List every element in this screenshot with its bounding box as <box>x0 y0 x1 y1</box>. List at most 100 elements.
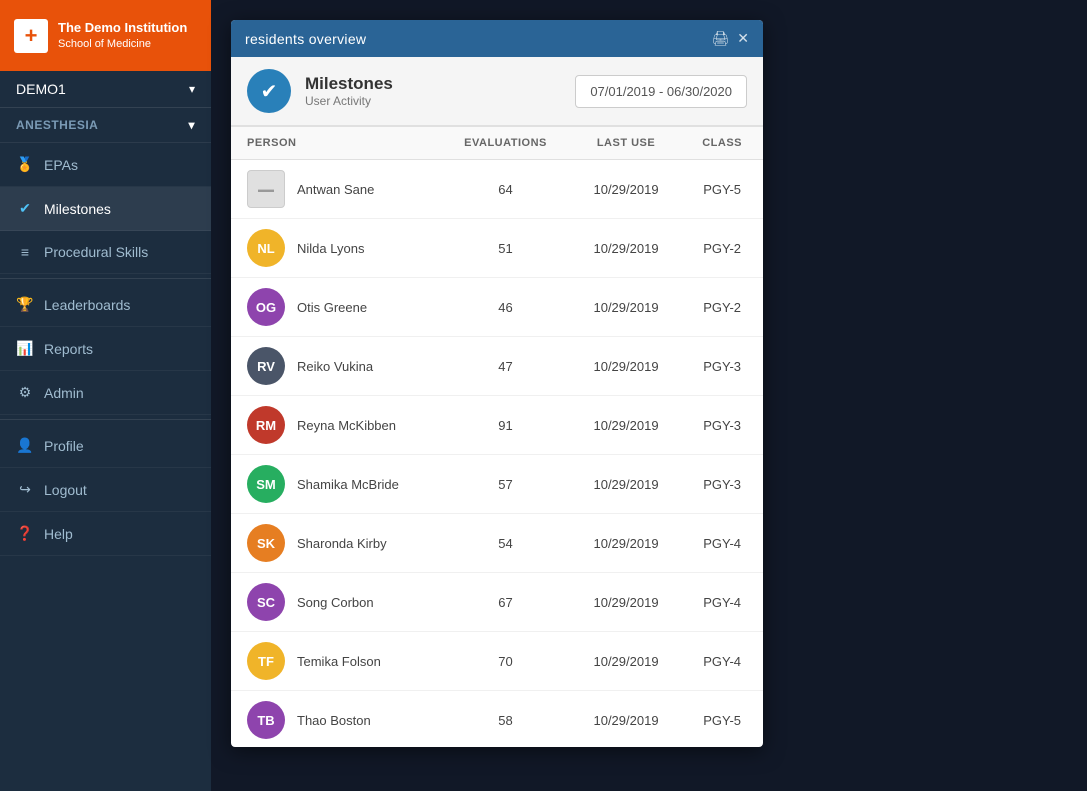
panel-subheader: ✔ Milestones User Activity 07/01/2019 - … <box>231 57 763 127</box>
person-name: Otis Greene <box>297 300 367 315</box>
avatar-image: ▬▬ <box>247 170 285 208</box>
last-use-date: 10/29/2019 <box>571 337 681 396</box>
avatar: TB <box>247 701 285 739</box>
sidebar-header: + The Demo Institution School of Medicin… <box>0 0 211 71</box>
procedural-skills-icon: ≡ <box>16 244 34 260</box>
institution-name: The Demo Institution School of Medicine <box>58 20 187 51</box>
residents-table-container: PERSON EVALUATIONS LAST USE CLASS ▬▬ Antw… <box>231 127 763 747</box>
person-name: Reiko Vukina <box>297 359 373 374</box>
last-use-date: 10/29/2019 <box>571 219 681 278</box>
sidebar-item-admin[interactable]: ⚙ Admin <box>0 371 211 415</box>
person-name: Shamika McBride <box>297 477 399 492</box>
person-cell: TBThao Boston <box>231 691 440 748</box>
table-row[interactable]: SCSong Corbon6710/29/2019PGY-4 <box>231 573 763 632</box>
reports-icon: 📊 <box>16 340 34 357</box>
user-dropdown-arrow: ▾ <box>189 82 195 96</box>
class-level: PGY-3 <box>681 396 763 455</box>
module-name: Milestones <box>305 74 393 94</box>
evaluations-count: 70 <box>440 632 571 691</box>
dept-dropdown-arrow: ▾ <box>188 118 195 132</box>
profile-icon: 👤 <box>16 437 34 454</box>
person-cell: TFTemika Folson <box>231 632 440 691</box>
sidebar-item-milestones[interactable]: ✔ Milestones <box>0 187 211 231</box>
table-row[interactable]: RVReiko Vukina4710/29/2019PGY-3 <box>231 337 763 396</box>
module-info: Milestones User Activity <box>305 74 393 108</box>
sidebar-department[interactable]: ANESTHESIA ▾ <box>0 108 211 143</box>
print-button[interactable]: 🖨 <box>711 30 729 47</box>
sidebar-item-logout[interactable]: ↪ Logout <box>0 468 211 512</box>
person-cell: RV Reiko Vukina <box>231 337 440 396</box>
cross-icon: + <box>25 25 38 47</box>
person-cell: ▬▬ Antwan Sane <box>231 160 440 219</box>
person-cell: RM Reyna McKibben <box>231 396 440 455</box>
person-name: Temika Folson <box>297 654 381 669</box>
class-level: PGY-5 <box>681 691 763 748</box>
last-use-date: 10/29/2019 <box>571 514 681 573</box>
epas-icon: 🏅 <box>16 156 34 173</box>
sidebar-item-reports[interactable]: 📊 Reports <box>0 327 211 371</box>
table-row[interactable]: ▬▬Antwan Sane6410/29/2019PGY-5 <box>231 160 763 219</box>
module-sub: User Activity <box>305 94 393 108</box>
sidebar-item-epas[interactable]: 🏅 EPAs <box>0 143 211 187</box>
avatar: SM <box>247 465 285 503</box>
class-level: PGY-4 <box>681 632 763 691</box>
sidebar-item-profile[interactable]: 👤 Profile <box>0 424 211 468</box>
table-row[interactable]: RM Reyna McKibben 9110/29/2019PGY-3 <box>231 396 763 455</box>
table-row[interactable]: OGOtis Greene4610/29/2019PGY-2 <box>231 278 763 337</box>
person-name: Reyna McKibben <box>297 418 396 433</box>
avatar: SC <box>247 583 285 621</box>
last-use-date: 10/29/2019 <box>571 396 681 455</box>
evaluations-count: 67 <box>440 573 571 632</box>
person-cell: SK Sharonda Kirby <box>231 514 440 573</box>
evaluations-count: 64 <box>440 160 571 219</box>
residents-table: PERSON EVALUATIONS LAST USE CLASS ▬▬ Antw… <box>231 127 763 747</box>
col-evaluations: EVALUATIONS <box>440 127 571 160</box>
evaluations-count: 91 <box>440 396 571 455</box>
main-area: residents overview 🖨 ✕ ✔ Milestones User… <box>211 0 1087 791</box>
class-level: PGY-4 <box>681 514 763 573</box>
person-cell: OGOtis Greene <box>231 278 440 337</box>
table-row[interactable]: SMShamika McBride5710/29/2019PGY-3 <box>231 455 763 514</box>
class-level: PGY-3 <box>681 455 763 514</box>
last-use-date: 10/29/2019 <box>571 632 681 691</box>
avatar: SK <box>247 524 285 562</box>
person-cell: NLNilda Lyons <box>231 219 440 278</box>
evaluations-count: 58 <box>440 691 571 748</box>
logout-icon: ↪ <box>16 481 34 498</box>
admin-icon: ⚙ <box>16 384 34 401</box>
last-use-date: 10/29/2019 <box>571 691 681 748</box>
module-icon: ✔ <box>247 69 291 113</box>
evaluations-count: 46 <box>440 278 571 337</box>
sidebar: + The Demo Institution School of Medicin… <box>0 0 211 791</box>
col-class: CLASS <box>681 127 763 160</box>
class-level: PGY-4 <box>681 573 763 632</box>
avatar: RM <box>247 406 285 444</box>
col-last-use: LAST USE <box>571 127 681 160</box>
panel-actions: 🖨 ✕ <box>711 30 749 47</box>
close-button[interactable]: ✕ <box>737 30 749 47</box>
table-row[interactable]: SKSharonda Kirby5410/29/2019PGY-4 <box>231 514 763 573</box>
table-row[interactable]: TFTemika Folson7010/29/2019PGY-4 <box>231 632 763 691</box>
last-use-date: 10/29/2019 <box>571 278 681 337</box>
sidebar-item-leaderboards[interactable]: 🏆 Leaderboards <box>0 283 211 327</box>
person-name: Sharonda Kirby <box>297 536 387 551</box>
sidebar-user[interactable]: DEMO1 ▾ <box>0 71 211 108</box>
table-row[interactable]: TBThao Boston5810/29/2019PGY-5 <box>231 691 763 748</box>
help-icon: ❓ <box>16 525 34 542</box>
class-level: PGY-2 <box>681 278 763 337</box>
sidebar-item-help[interactable]: ❓ Help <box>0 512 211 556</box>
panel-subheader-left: ✔ Milestones User Activity <box>247 69 393 113</box>
sidebar-nav: 🏅 EPAs ✔ Milestones ≡ Procedural Skills … <box>0 143 211 791</box>
logo-cross: + <box>14 19 48 53</box>
table-header-row: PERSON EVALUATIONS LAST USE CLASS <box>231 127 763 160</box>
avatar: RV <box>247 347 285 385</box>
col-person: PERSON <box>231 127 440 160</box>
date-range[interactable]: 07/01/2019 - 06/30/2020 <box>575 75 747 108</box>
milestones-icon: ✔ <box>16 200 34 217</box>
person-name: Antwan Sane <box>297 182 374 197</box>
last-use-date: 10/29/2019 <box>571 573 681 632</box>
panel-title: residents overview <box>245 31 366 47</box>
person-cell: SCSong Corbon <box>231 573 440 632</box>
table-row[interactable]: NLNilda Lyons5110/29/2019PGY-2 <box>231 219 763 278</box>
sidebar-item-procedural-skills[interactable]: ≡ Procedural Skills <box>0 231 211 274</box>
